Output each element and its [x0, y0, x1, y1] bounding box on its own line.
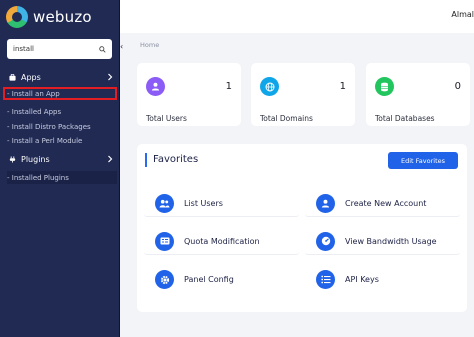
brand-name: webuzo: [33, 8, 92, 26]
sidebar-item-label: - Install an App: [7, 89, 60, 98]
sidebar-item-installed-plugins[interactable]: - Installed Plugins: [7, 171, 117, 184]
sidebar-item-label: - Install Distro Packages: [7, 122, 91, 131]
favorites-title: Favorites: [145, 153, 198, 167]
stat-value: 0: [454, 81, 461, 92]
favorite-quota-modification[interactable]: Quota Modification: [144, 228, 299, 255]
favorite-label: View Bandwidth Usage: [345, 236, 437, 246]
database-icon: [375, 77, 394, 96]
sidebar-item-label: - Installed Plugins: [7, 173, 69, 182]
sidebar-item-installed-apps[interactable]: - Installed Apps: [7, 105, 117, 118]
favorite-label: List Users: [184, 198, 223, 208]
user-name[interactable]: Almal: [451, 10, 474, 19]
stat-card-total-domains[interactable]: 1 Total Domains: [251, 63, 355, 126]
chevron-right-icon: [108, 155, 113, 163]
favorite-label: API Keys: [345, 275, 379, 284]
stat-card-total-users[interactable]: 1 Total Users: [137, 63, 241, 126]
list-card-icon: [155, 231, 174, 251]
search-input[interactable]: [13, 45, 99, 53]
stat-value: 1: [225, 81, 232, 92]
favorites-panel: Favorites Edit Favorites List Users Crea…: [137, 144, 467, 312]
sidebar-item-label: - Install a Perl Module: [7, 136, 83, 145]
sidebar-group-label: Apps: [21, 72, 41, 82]
user-plus-icon: [316, 193, 335, 213]
sidebar-group-plugins[interactable]: Plugins: [9, 152, 113, 166]
sidebar-item-install-a-perl-module[interactable]: - Install a Perl Module: [7, 134, 117, 147]
favorite-panel-config[interactable]: Panel Config: [144, 266, 299, 293]
user-icon: [146, 77, 165, 96]
plug-icon: [9, 155, 16, 163]
stat-value: 1: [339, 81, 346, 92]
users-icon: [155, 193, 174, 213]
sidebar-item-install-an-app[interactable]: - Install an App: [3, 87, 117, 100]
favorite-label: Panel Config: [184, 275, 234, 284]
webuzo-logo[interactable]: webuzo: [6, 5, 92, 29]
favorite-label: Quota Modification: [184, 236, 260, 246]
globe-icon: [260, 77, 279, 96]
briefcase-icon: [9, 73, 16, 81]
stat-label: Total Domains: [260, 114, 313, 123]
edit-favorites-button[interactable]: Edit Favorites: [388, 152, 458, 169]
stat-label: Total Users: [146, 114, 187, 123]
chevron-right-icon: [108, 73, 113, 81]
sidebar-group-apps[interactable]: Apps: [9, 70, 113, 84]
key-list-icon: [316, 270, 335, 289]
sidebar-item-label: - Installed Apps: [7, 107, 62, 116]
gear-icon: [155, 270, 174, 289]
favorite-create-new-account[interactable]: Create New Account: [305, 190, 460, 217]
sidebar-search: [7, 39, 112, 59]
sidebar-collapse-icon[interactable]: ‹: [120, 42, 126, 52]
top-bar: Almal: [120, 0, 474, 33]
favorite-list-users[interactable]: List Users: [144, 190, 299, 217]
logo-icon: [6, 6, 28, 28]
sidebar: webuzo Apps - Install an App - Installed…: [0, 0, 120, 337]
favorite-view-bandwidth-usage[interactable]: View Bandwidth Usage: [305, 228, 460, 255]
stat-card-total-databases[interactable]: 0 Total Databases: [366, 63, 470, 126]
sidebar-group-label: Plugins: [21, 154, 50, 164]
gauge-icon: [316, 231, 335, 251]
favorite-api-keys[interactable]: API Keys: [305, 266, 460, 293]
sidebar-item-install-distro-packages[interactable]: - Install Distro Packages: [7, 120, 117, 133]
favorite-label: Create New Account: [345, 198, 427, 208]
breadcrumb[interactable]: Home: [140, 41, 159, 49]
stat-label: Total Databases: [375, 114, 435, 123]
search-icon[interactable]: [99, 45, 106, 54]
